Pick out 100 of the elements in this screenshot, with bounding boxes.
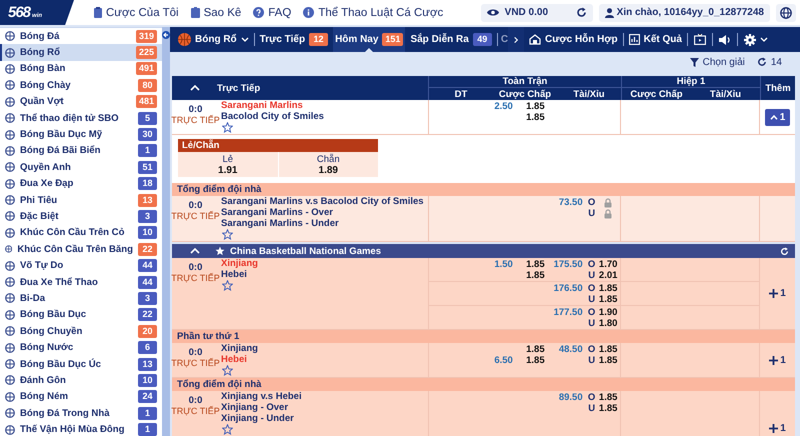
- nav-link[interactable]: Thể Thao Luật Cá Cược: [303, 6, 444, 18]
- count-badge: 49: [472, 33, 492, 46]
- over-under-label: U: [587, 318, 596, 329]
- toolbar-button[interactable]: Cược Hỗn Hợp: [527, 27, 620, 52]
- score: 0:0: [188, 104, 202, 115]
- column-header: Tài/Xỉu: [710, 88, 742, 100]
- nav-link[interactable]: Sao Kê: [190, 6, 242, 18]
- market-title-bar: Lẻ/Chẵn: [178, 139, 378, 152]
- count-badge: 22: [138, 242, 157, 256]
- sidebar-item[interactable]: Thể thao điện tử SBO 5: [0, 110, 162, 126]
- over-under-label: U: [587, 403, 596, 414]
- nav-link[interactable]: FAQ: [253, 6, 292, 18]
- sidebar-item[interactable]: Khúc Côn Cầu Trên Cỏ 10: [0, 224, 162, 242]
- sidebar-item[interactable]: Bóng Đá Bãi Biển 1: [0, 142, 162, 160]
- user-box[interactable]: Xin chào, 10164yy_0_12877248: [598, 4, 770, 22]
- sidebar-item[interactable]: Khúc Côn Cầu Trên Băng 22: [0, 241, 162, 258]
- odds-value[interactable]: 1.85: [598, 344, 620, 355]
- score: 0:0: [188, 347, 202, 358]
- sidebar-item[interactable]: Đua Xe Thể Thao 44: [0, 274, 162, 290]
- odds-option[interactable]: Lẻ 1.91: [178, 152, 278, 177]
- odds-option[interactable]: Chẵn 1.89: [278, 152, 378, 177]
- odds-value[interactable]: 1.85: [526, 112, 551, 123]
- tab[interactable]: Trực Tiếp 12: [258, 27, 330, 52]
- odds-value[interactable]: 1.85: [526, 101, 551, 112]
- odds-value[interactable]: 1.85: [526, 259, 551, 270]
- sidebar-item[interactable]: Thế Vận Hội Mùa Đông 1: [0, 421, 162, 436]
- odds-value[interactable]: 1.90: [598, 307, 620, 318]
- sidebar-item[interactable]: Bóng Chuyền 20: [0, 323, 162, 340]
- score: 0:0: [188, 200, 202, 211]
- odds-value[interactable]: 1.85: [598, 355, 620, 366]
- count-badge: 10: [138, 226, 157, 240]
- team-name: Xinjiang - Under: [221, 413, 295, 424]
- sidebar-item[interactable]: Bóng Bầu Dục Úc 13: [0, 356, 162, 372]
- over-under-label: U: [587, 270, 596, 281]
- sidebar-item[interactable]: Đánh Gôn 10: [0, 372, 162, 389]
- sidebar-item[interactable]: Bóng Bầu Dục Mỹ 30: [0, 126, 162, 143]
- total-line: 176.50: [554, 283, 583, 294]
- count-badge: 3: [138, 292, 157, 305]
- more-bets-button[interactable]: 1: [764, 108, 790, 126]
- market-section-header: Phần tư thứ 1: [172, 330, 795, 343]
- sidebar-item[interactable]: Đặc Biệt 3: [0, 208, 162, 225]
- live-status: TRỰC TIẾP: [171, 358, 220, 368]
- refresh-button[interactable]: 14: [756, 56, 782, 68]
- odds-value[interactable]: 1.85: [598, 294, 620, 305]
- sidebar-item[interactable]: Bóng Đá 319: [0, 28, 162, 44]
- toolbar-button[interactable]: Kết Quả: [626, 27, 684, 52]
- odds-value[interactable]: 2.01: [598, 270, 620, 281]
- odds-value[interactable]: 1.85: [526, 270, 551, 281]
- tab-label[interactable]: C: [500, 34, 508, 45]
- score: 0:0: [188, 262, 202, 273]
- team-name: Bacolod City of Smiles: [221, 111, 325, 122]
- more-bets-button[interactable]: 1: [766, 354, 789, 366]
- odds-value[interactable]: 1.85: [526, 355, 551, 366]
- sidebar-item[interactable]: Võ Tự Do 44: [0, 257, 162, 274]
- more-bets-button[interactable]: 1: [766, 423, 789, 434]
- total-line: 175.50: [554, 259, 583, 270]
- live-status: TRỰC TIẾP: [171, 273, 220, 283]
- sidebar-item[interactable]: Bóng Đá Trong Nhà 1: [0, 404, 162, 422]
- count-badge: 151: [382, 33, 404, 46]
- sidebar-item[interactable]: Đua Xe Đạp 18: [0, 176, 162, 192]
- sidebar-item[interactable]: Bóng Chày 80: [0, 77, 162, 94]
- sidebar-item[interactable]: Bóng Bàn 491: [0, 60, 162, 78]
- team-name: Sarangani Marlins v.s Bacolod City of Smiles: [221, 196, 425, 207]
- odds-value[interactable]: 1.85: [598, 392, 620, 403]
- column-header: Trực Tiếp: [217, 82, 260, 94]
- sport-dropdown[interactable]: Bóng Rổ: [176, 27, 251, 52]
- over-under-label: O: [586, 344, 596, 355]
- sidebar-item[interactable]: Quyền Anh 51: [0, 159, 162, 176]
- sidebar-item[interactable]: Bóng Ném 24: [0, 388, 162, 405]
- over-under-label: O: [586, 283, 596, 294]
- count-badge: 1: [138, 406, 157, 420]
- count-badge: 10: [138, 374, 157, 387]
- count-badge: 6: [138, 341, 157, 354]
- sidebar-item[interactable]: Quần Vợt 481: [0, 94, 162, 110]
- sidebar-item[interactable]: Phi Tiêu 13: [0, 192, 162, 208]
- sidebar-item[interactable]: Bi-Da 3: [0, 290, 162, 307]
- count-badge: 22: [138, 308, 157, 322]
- count-badge: 12: [309, 33, 328, 46]
- total-line: 48.50: [558, 344, 583, 355]
- team-name: Sarangani Marlins: [221, 100, 304, 111]
- odds-value[interactable]: 1.85: [526, 344, 551, 355]
- over-under-label: O: [586, 259, 596, 270]
- tab[interactable]: Sắp Diễn Ra 49: [408, 27, 494, 52]
- sidebar-item[interactable]: Bóng Nước 6: [0, 339, 162, 356]
- team-name: Sarangani Marlins - Under: [221, 218, 340, 229]
- column-header: Thêm: [765, 82, 791, 94]
- sidebar-item[interactable]: Bóng Bầu Dục 22: [0, 306, 162, 324]
- count-badge: 319: [136, 30, 157, 43]
- odds-value[interactable]: 1.70: [598, 259, 620, 270]
- sidebar-item[interactable]: Bóng Rổ 225: [0, 44, 162, 61]
- odds-value[interactable]: 1.85: [598, 283, 620, 294]
- odds-value[interactable]: 1.80: [598, 318, 620, 329]
- league-filter-button[interactable]: Chọn giải: [690, 56, 745, 68]
- nav-link[interactable]: Cược Của Tôi: [94, 6, 179, 18]
- more-bets-button[interactable]: 1: [766, 288, 789, 299]
- tab[interactable]: Hôm Nay 151: [333, 27, 406, 52]
- team-name: Sarangani Marlins - Over: [221, 207, 334, 218]
- market-section-header: Tổng điểm đội nhà: [172, 378, 795, 391]
- market-section-header: Tổng điểm đội nhà: [172, 183, 795, 196]
- odds-value[interactable]: 1.85: [598, 403, 620, 414]
